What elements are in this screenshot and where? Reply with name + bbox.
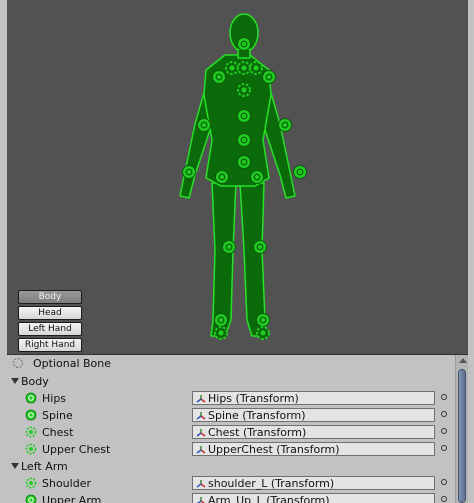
required-bone-joint[interactable] xyxy=(214,313,228,327)
optional-bone-joint[interactable] xyxy=(237,61,251,75)
bone-row-chest: Chest Chest (Transform) xyxy=(7,424,455,441)
required-bone-joint[interactable] xyxy=(237,133,251,147)
object-picker-icon[interactable] xyxy=(441,428,447,434)
required-bone-joint[interactable] xyxy=(253,240,267,254)
vertical-scrollbar[interactable] xyxy=(455,355,469,503)
field-value: UpperChest (Transform) xyxy=(208,443,340,456)
object-picker-icon[interactable] xyxy=(441,445,447,451)
required-bone-joint[interactable] xyxy=(237,155,251,169)
required-bone-joint[interactable] xyxy=(262,70,276,84)
foldout-arrow-icon[interactable] xyxy=(11,463,19,469)
avatar-configuration-window: Body Head Left Hand Right Hand Optional … xyxy=(0,0,474,503)
solid-circle-icon xyxy=(25,409,37,421)
dashed-circle-icon xyxy=(25,426,37,438)
field-value: Hips (Transform) xyxy=(208,392,299,405)
bone-transform-field[interactable]: Arm_Up_L (Transform) xyxy=(192,493,435,503)
transform-axes-icon xyxy=(196,412,206,420)
transform-axes-icon xyxy=(196,429,206,437)
required-bone-joint[interactable] xyxy=(256,313,270,327)
bone-label: Chest xyxy=(42,426,74,439)
transform-axes-icon xyxy=(196,480,206,488)
required-bone-joint[interactable] xyxy=(293,165,307,179)
bone-row-upper-chest: Upper Chest UpperChest (Transform) xyxy=(7,441,455,458)
avatar-body-view: Body Head Left Hand Right Hand xyxy=(7,0,468,354)
right-leg-shape xyxy=(239,182,266,337)
optional-bone-label: Optional Bone xyxy=(33,357,112,370)
humanoid-silhouette xyxy=(179,13,296,337)
bone-label: Upper Chest xyxy=(42,443,111,456)
body-part-button-right-hand[interactable]: Right Hand xyxy=(18,338,82,352)
object-picker-icon[interactable] xyxy=(441,496,447,502)
field-value: Spine (Transform) xyxy=(208,409,306,422)
required-bone-joint[interactable] xyxy=(278,118,292,132)
optional-bone-joint[interactable] xyxy=(249,61,263,75)
field-value: shoulder_L (Transform) xyxy=(208,477,335,490)
body-part-selector: Body Head Left Hand Right Hand xyxy=(18,290,82,354)
optional-bone-joint[interactable] xyxy=(237,83,251,97)
bone-row-upper-arm: Upper Arm Arm_Up_L (Transform) xyxy=(7,492,455,503)
bone-transform-field[interactable]: Spine (Transform) xyxy=(192,408,435,422)
bone-label: Hips xyxy=(42,392,67,405)
optional-bone-joint[interactable] xyxy=(214,326,228,340)
body-part-button-body[interactable]: Body xyxy=(18,290,82,304)
left-leg-shape xyxy=(210,182,237,337)
body-part-button-left-hand[interactable]: Left Hand xyxy=(18,322,82,336)
bone-transform-field[interactable]: Chest (Transform) xyxy=(192,425,435,439)
scrollbar-thumb[interactable] xyxy=(458,369,466,503)
bone-label: Shoulder xyxy=(42,477,91,490)
transform-axes-icon xyxy=(196,395,206,403)
dashed-circle-icon xyxy=(25,477,37,489)
bone-transform-field[interactable]: UpperChest (Transform) xyxy=(192,442,435,456)
optional-bone-joint[interactable] xyxy=(256,326,270,340)
bone-label: Spine xyxy=(42,409,73,422)
legend-row: Optional Bone xyxy=(7,355,455,372)
dashed-circle-icon xyxy=(12,357,24,369)
required-bone-joint[interactable] xyxy=(212,70,226,84)
required-bone-joint[interactable] xyxy=(237,37,251,51)
transform-axes-icon xyxy=(197,497,205,503)
required-bone-joint[interactable] xyxy=(182,165,196,179)
bone-transform-field[interactable]: Hips (Transform) xyxy=(192,391,435,405)
solid-circle-icon xyxy=(25,494,37,503)
bone-row-spine: Spine Spine (Transform) xyxy=(7,407,455,424)
body-part-button-head[interactable]: Head xyxy=(18,306,82,320)
required-bone-joint[interactable] xyxy=(197,118,211,132)
object-picker-icon[interactable] xyxy=(441,479,447,485)
bone-transform-field[interactable]: shoulder_L (Transform) xyxy=(192,476,435,490)
group-header-left-arm[interactable]: Left Arm xyxy=(7,458,455,475)
bone-mapping-list: Optional Bone Body Hips Hips (Transform)… xyxy=(7,355,455,503)
bone-label: Upper Arm xyxy=(42,494,102,503)
bone-row-hips: Hips Hips (Transform) xyxy=(7,390,455,407)
field-value: Arm_Up_L (Transform) xyxy=(208,494,330,503)
group-label: Body xyxy=(21,375,49,388)
dashed-circle-icon xyxy=(25,443,37,455)
bone-row-shoulder: Shoulder shoulder_L (Transform) xyxy=(7,475,455,492)
group-label: Left Arm xyxy=(21,460,68,473)
solid-circle-icon xyxy=(25,392,37,404)
object-picker-icon[interactable] xyxy=(441,411,447,417)
optional-bone-joint[interactable] xyxy=(225,61,239,75)
group-header-body[interactable]: Body xyxy=(7,373,455,390)
scroll-up-arrow-icon[interactable] xyxy=(459,358,467,363)
foldout-arrow-icon[interactable] xyxy=(11,378,19,384)
required-bone-joint[interactable] xyxy=(222,240,236,254)
object-picker-icon[interactable] xyxy=(441,394,447,400)
transform-axes-icon xyxy=(196,446,206,454)
required-bone-joint[interactable] xyxy=(237,109,251,123)
window-edge xyxy=(468,0,474,503)
field-value: Chest (Transform) xyxy=(208,426,307,439)
required-bone-joint[interactable] xyxy=(215,170,229,184)
required-bone-joint[interactable] xyxy=(250,170,264,184)
